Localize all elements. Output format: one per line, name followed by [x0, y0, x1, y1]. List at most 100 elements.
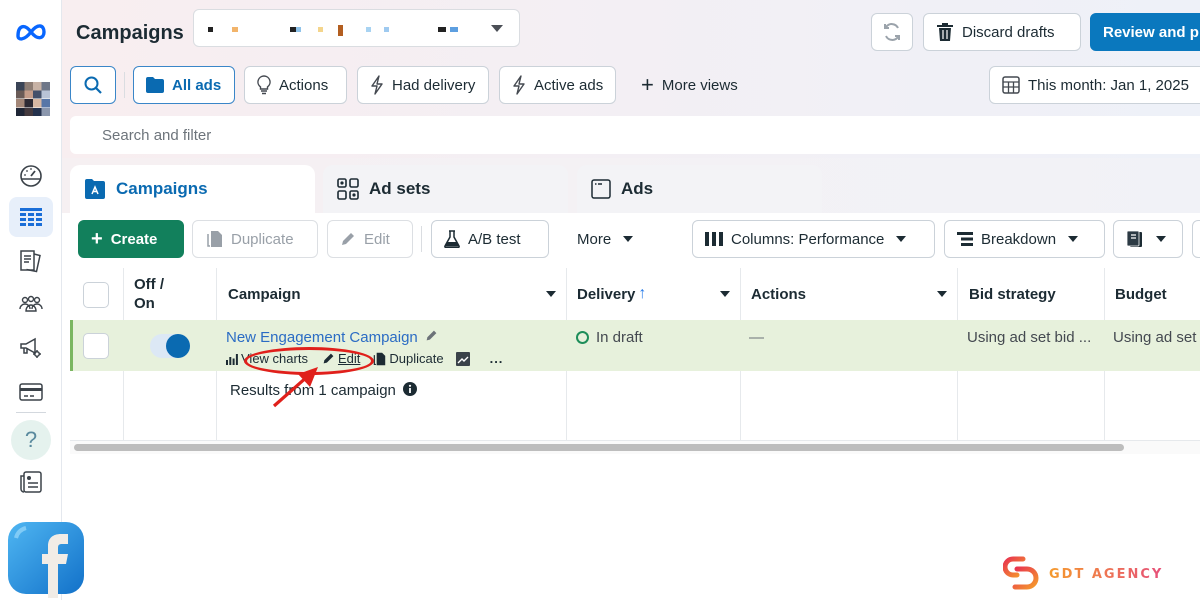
folder-icon	[146, 77, 164, 93]
campaign-folder-icon	[85, 179, 105, 199]
review-and-publish-button[interactable]: Review and p	[1090, 13, 1200, 51]
help-icon: ?	[24, 427, 38, 452]
reports-dropdown[interactable]	[1113, 220, 1183, 258]
delivery-status: In draft	[596, 329, 643, 346]
tab-ads[interactable]: Ads	[577, 165, 822, 213]
tab-ads-label: Ads	[621, 179, 654, 198]
arrow-annotation-icon	[272, 367, 318, 408]
overflow-toolbar-button[interactable]	[1192, 220, 1200, 258]
page-title: Campaigns	[76, 22, 184, 44]
table-icon	[20, 208, 42, 226]
reports-icon	[1126, 230, 1142, 247]
meta-logo-icon[interactable]	[14, 20, 48, 44]
tab-campaigns[interactable]: Campaigns	[70, 165, 315, 213]
budget-cell: Using ad set	[1113, 329, 1197, 346]
watermark-brand: GDT AGENCY	[1049, 566, 1164, 582]
view-had-delivery[interactable]: Had delivery	[357, 66, 489, 104]
sidebar-item-account-overview[interactable]	[9, 155, 53, 195]
create-button[interactable]: + Create	[78, 220, 184, 258]
blurred-account-name	[296, 27, 301, 32]
sidebar-item-help[interactable]: ?	[11, 420, 51, 460]
campaign-on-off-toggle[interactable]	[150, 334, 190, 358]
duplicate-button[interactable]: Duplicate	[192, 220, 318, 258]
row-preview-link[interactable]	[455, 351, 470, 366]
columns-label: Columns: Performance	[731, 230, 885, 248]
actions-cell: —	[749, 329, 764, 346]
view-all-ads-label: All ads	[172, 76, 222, 94]
actions-header-label: Actions	[751, 285, 807, 303]
discard-drafts-button[interactable]: Discard drafts	[923, 13, 1081, 51]
view-active-ads[interactable]: Active ads	[499, 66, 616, 104]
column-header-budget[interactable]: Budget	[1115, 268, 1200, 320]
sidebar-item-advertising-settings[interactable]	[9, 328, 53, 368]
column-header-actions[interactable]: Actions	[751, 268, 957, 320]
duplicate-label: Duplicate	[231, 230, 294, 248]
more-views-button[interactable]: + More views	[628, 66, 751, 104]
column-header-delivery[interactable]: Delivery ↑	[577, 268, 740, 320]
refresh-button[interactable]	[871, 13, 913, 51]
breakdown-label: Breakdown	[981, 230, 1057, 248]
gdt-agency-watermark: GDT AGENCY	[1003, 556, 1163, 592]
column-header-bid-strategy[interactable]: Bid strategy	[969, 268, 1104, 320]
date-range-picker[interactable]: This month: Jan 1, 2025	[989, 66, 1200, 104]
breakdown-icon	[957, 232, 973, 246]
more-dropdown[interactable]: More	[564, 220, 646, 258]
campaign-name-link[interactable]: New Engagement Campaign	[226, 329, 438, 346]
campaigns-table: Off / On Campaign Delivery ↑ Actions Bid…	[70, 268, 1200, 440]
ab-test-button[interactable]: A/B test	[431, 220, 549, 258]
preview-chart-icon	[455, 351, 470, 366]
left-sidebar: ?	[0, 0, 62, 600]
plus-icon: +	[91, 228, 103, 250]
toggle-knob	[166, 334, 190, 358]
chevron-down-icon[interactable]	[720, 291, 730, 297]
columns-dropdown[interactable]: Columns: Performance	[692, 220, 935, 258]
lightning-icon	[371, 75, 383, 95]
search-and-filter-input[interactable]: Search and filter	[70, 116, 1200, 154]
sidebar-item-audiences[interactable]	[9, 285, 53, 325]
sidebar-item-billing[interactable]	[9, 372, 53, 412]
search-button[interactable]	[70, 66, 116, 104]
view-all-ads[interactable]: All ads	[133, 66, 235, 104]
ad-window-icon	[591, 179, 611, 199]
row-duplicate-label: Duplicate	[389, 351, 444, 366]
pencil-icon[interactable]	[425, 329, 438, 342]
duplicate-icon	[207, 231, 222, 247]
column-header-campaign[interactable]: Campaign	[228, 268, 566, 320]
select-all-checkbox[interactable]	[83, 282, 109, 308]
sidebar-item-campaigns[interactable]	[9, 197, 53, 237]
discard-drafts-label: Discard drafts	[962, 23, 1055, 41]
breakdown-dropdown[interactable]: Breakdown	[944, 220, 1105, 258]
edit-button[interactable]: Edit	[327, 220, 413, 258]
view-actions[interactable]: Actions	[244, 66, 347, 104]
sidebar-item-reporting[interactable]	[9, 241, 53, 281]
credit-card-icon	[19, 383, 43, 401]
blurred-account-name	[338, 25, 343, 36]
toggle-header-label: Off / On	[134, 275, 164, 313]
chevron-down-icon[interactable]	[937, 291, 947, 297]
chevron-down-icon[interactable]	[546, 291, 556, 297]
delivery-status-icon	[576, 331, 589, 344]
columns-icon	[705, 232, 723, 246]
avatar[interactable]	[16, 82, 50, 116]
search-icon	[84, 76, 102, 94]
grid-icon	[337, 178, 359, 200]
row-checkbox[interactable]	[83, 333, 109, 359]
blurred-account-name	[450, 27, 458, 32]
chevron-down-icon	[491, 25, 503, 32]
sidebar-item-news[interactable]	[9, 462, 53, 502]
campaign-name: New Engagement Campaign	[226, 329, 418, 346]
tab-ad-sets[interactable]: Ad sets	[323, 165, 568, 213]
view-active-ads-label: Active ads	[534, 76, 604, 94]
chevron-down-icon	[1068, 236, 1079, 242]
info-icon[interactable]	[403, 382, 418, 396]
pencil-icon	[342, 233, 354, 245]
date-range-label: This month: Jan 1, 2025	[1028, 76, 1189, 94]
row-duplicate-link[interactable]: Duplicate	[372, 351, 444, 366]
chevron-down-icon	[896, 236, 907, 242]
account-selector[interactable]	[193, 9, 520, 47]
row-more-button[interactable]: ...	[490, 351, 504, 366]
horizontal-scrollbar-thumb[interactable]	[74, 444, 1124, 451]
trash-icon	[937, 23, 953, 41]
view-actions-label: Actions	[279, 76, 329, 94]
duplicate-icon	[374, 352, 386, 365]
